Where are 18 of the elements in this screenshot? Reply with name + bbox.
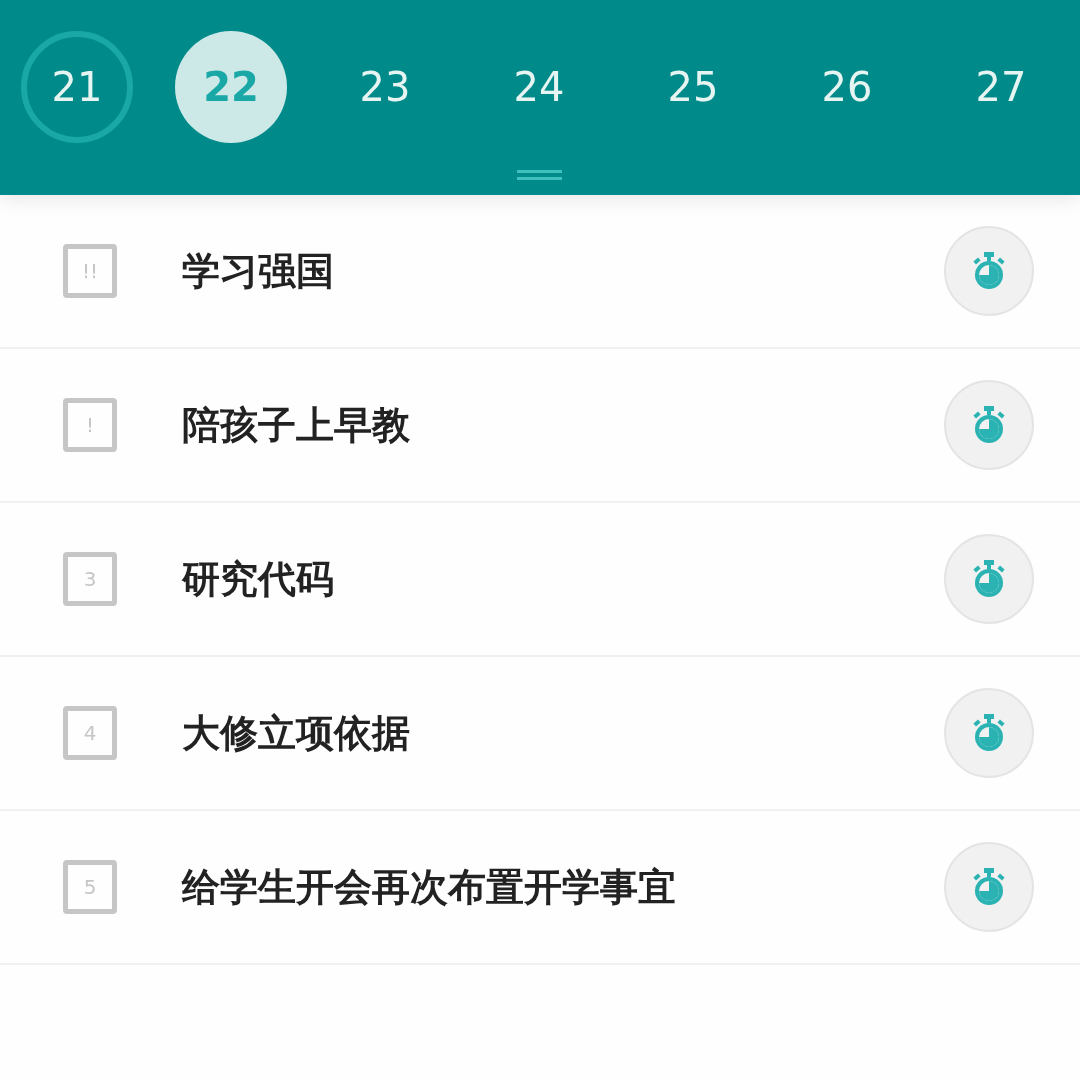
stopwatch-icon [972,713,1006,753]
task-title: 学习强国 [182,247,335,295]
day-button[interactable]: 24 [483,31,595,143]
task-title: 陪孩子上早教 [182,401,411,449]
day-button[interactable]: 25 [637,31,749,143]
stopwatch-icon [972,559,1006,599]
day-button[interactable]: 22 [175,31,287,143]
day-button[interactable]: 27 [945,31,1057,143]
drag-handle[interactable] [517,170,562,180]
task-title: 研究代码 [182,555,335,603]
day-button[interactable]: 23 [329,31,441,143]
stopwatch-icon [972,867,1006,907]
task-title: 大修立项依据 [182,709,411,757]
day-button[interactable]: 26 [791,31,903,143]
stopwatch-icon [972,251,1006,291]
task-title: 给学生开会再次布置开学事宜 [182,863,677,911]
day-button[interactable]: 21 [21,31,133,143]
stopwatch-icon [972,405,1006,445]
